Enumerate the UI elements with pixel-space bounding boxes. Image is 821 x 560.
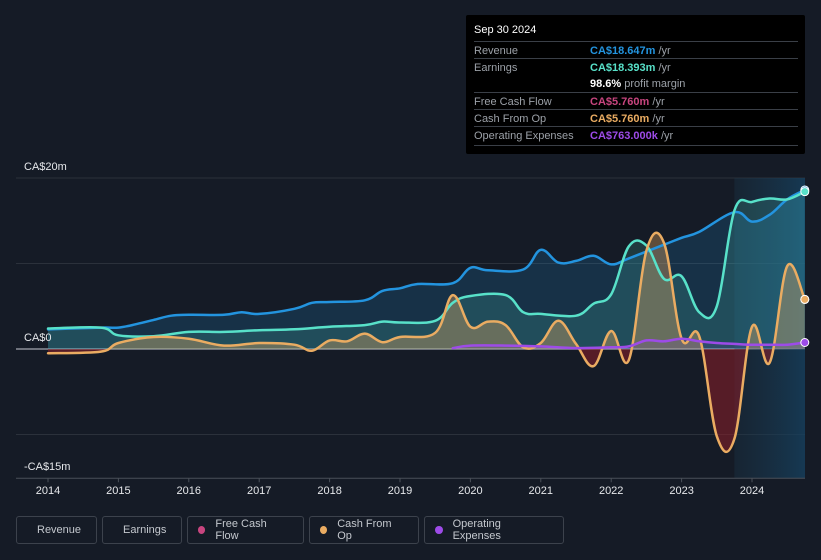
tooltip-panel: Sep 30 2024 Revenue CA$18.647m /yr Earning…: [466, 15, 805, 154]
tooltip-value: CA$763.000k /yr: [590, 130, 673, 142]
legend-label: Revenue: [37, 524, 82, 536]
x-tick-label: 2019: [387, 485, 413, 497]
x-axis: [16, 477, 805, 483]
tooltip-value: 98.6% profit margin: [590, 78, 685, 90]
tooltip-value-text: CA$5.760m: [590, 113, 650, 125]
legend-item-operating-expenses[interactable]: Operating Expenses: [424, 516, 564, 544]
x-tick-label: 2016: [176, 485, 202, 497]
y-tick-label: CA$0: [24, 332, 52, 344]
tooltip-value: CA$18.393m /yr: [590, 62, 671, 74]
legend-label: Cash From Op: [337, 518, 392, 542]
tooltip-value-text: CA$5.760m: [590, 96, 650, 108]
tooltip-row: Revenue CA$18.647m /yr: [474, 41, 798, 59]
tooltip-value: CA$5.760m /yr: [590, 96, 665, 108]
tooltip-row: Operating Expenses CA$763.000k /yr: [474, 126, 798, 144]
legend-item-free-cash-flow[interactable]: Free Cash Flow: [187, 516, 304, 544]
tooltip-row: Free Cash Flow CA$5.760m /yr: [474, 92, 798, 110]
tooltip-date: Sep 30 2024: [474, 24, 537, 36]
tooltip-unit: /yr: [649, 96, 665, 108]
legend-item-cash-from-op[interactable]: Cash From Op: [309, 516, 419, 544]
legend-dot-icon: [435, 526, 443, 534]
legend-dot-icon: [198, 526, 206, 534]
tooltip-unit: /yr: [649, 113, 665, 125]
tooltip-unit: /yr: [655, 45, 671, 57]
tooltip-unit: /yr: [655, 62, 671, 74]
legend-label: Free Cash Flow: [215, 518, 267, 542]
tooltip-unit: profit margin: [621, 78, 686, 90]
x-tick-label: 2015: [106, 485, 131, 497]
series-areas: [48, 190, 805, 452]
tooltip-row: Cash From Op CA$5.760m /yr: [474, 109, 798, 127]
x-tick-label: 2017: [246, 485, 272, 497]
legend-item-earnings[interactable]: Earnings: [102, 516, 182, 544]
x-tick-label: 2022: [598, 485, 624, 497]
x-tick-label: 2021: [528, 485, 554, 497]
tooltip-value: CA$5.760m /yr: [590, 113, 665, 125]
x-tick-label: 2020: [458, 485, 483, 497]
legend-label: Earnings: [123, 524, 167, 536]
tooltip-row: Earnings CA$18.393m /yr: [474, 58, 798, 76]
tooltip-value-text: CA$18.647m: [590, 45, 656, 57]
cash-from-op-end-marker: [800, 294, 810, 304]
y-tick-label: CA$20m: [24, 161, 67, 173]
x-tick-label: 2014: [35, 485, 61, 497]
tooltip-value-text: 98.6%: [590, 78, 622, 90]
tooltip-value: CA$18.647m /yr: [590, 45, 671, 57]
legend-item-revenue[interactable]: Revenue: [16, 516, 97, 544]
tooltip-value-text: CA$763.000k: [590, 130, 658, 142]
tooltip-divider: [474, 145, 798, 146]
tooltip-label: Free Cash Flow: [474, 96, 552, 108]
x-tick-label: 2023: [669, 485, 694, 497]
tooltip-value-text: CA$18.393m: [590, 62, 656, 74]
earnings-end-marker: [800, 187, 810, 197]
tooltip-label: Earnings: [474, 62, 518, 74]
y-tick-label: -CA$15m: [24, 461, 71, 474]
legend-dot-icon: [320, 526, 328, 534]
legend-label: Operating Expenses: [452, 518, 501, 542]
tooltip-label: Cash From Op: [474, 113, 547, 125]
tooltip-unit: /yr: [657, 130, 674, 142]
x-tick-label: 2018: [317, 485, 342, 497]
tooltip-label: Operating Expenses: [474, 130, 574, 142]
operating-expenses-end-marker: [800, 338, 810, 348]
tooltip-row: 98.6% profit margin: [474, 75, 798, 92]
tooltip-label: Revenue: [474, 45, 519, 57]
x-tick-label: 2024: [739, 485, 765, 497]
